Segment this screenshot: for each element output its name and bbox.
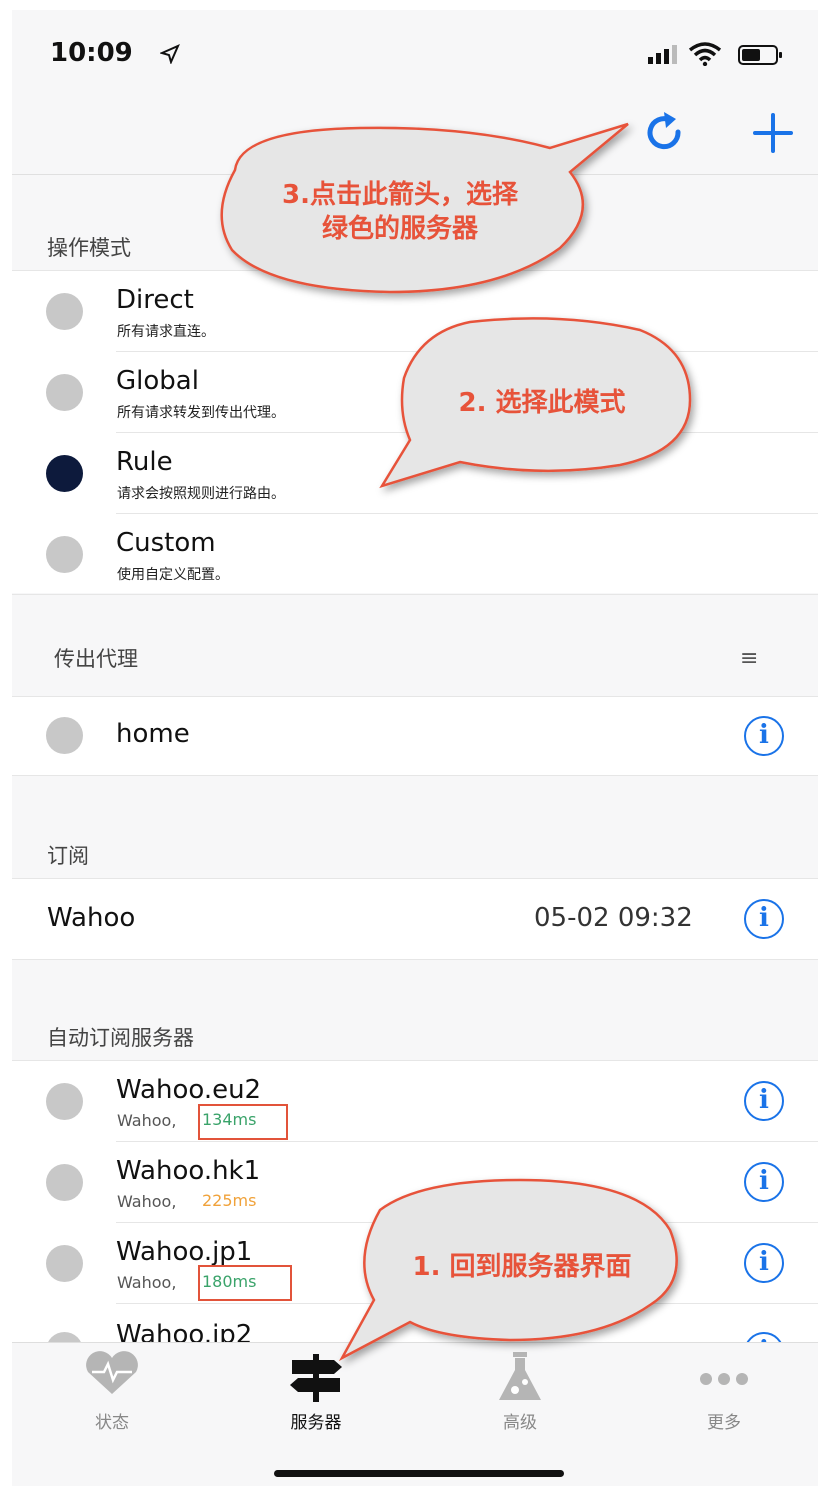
mode-subtitle: 使用自定义配置。: [117, 567, 229, 583]
tab-label: 服务器: [290, 1413, 342, 1433]
info-icon[interactable]: i: [744, 1243, 784, 1283]
more-icon: [700, 1373, 748, 1385]
subscription-item[interactable]: Wahoo 05-02 09:32 i: [12, 879, 818, 959]
proxy-item-home[interactable]: home i: [12, 697, 818, 775]
mode-item-global[interactable]: Global 所有请求转发到传出代理。: [12, 352, 818, 432]
mode-item-direct[interactable]: Direct 所有请求直连。: [12, 271, 818, 351]
radio-rule-selected[interactable]: [46, 455, 83, 492]
radio-home[interactable]: [46, 717, 83, 754]
server-group: Wahoo,: [117, 1273, 177, 1292]
mode-title: Global: [116, 366, 199, 396]
mode-subtitle: 所有请求直连。: [117, 324, 215, 340]
signpost-icon: [290, 1354, 342, 1402]
proxy-section-header: 传出代理: [54, 647, 138, 671]
tab-servers[interactable]: 服务器: [256, 1346, 376, 1433]
server-group: Wahoo,: [117, 1111, 177, 1130]
auto-servers-section-header: 自动订阅服务器: [47, 1026, 194, 1050]
wifi-icon: [688, 42, 722, 66]
tab-label: 高级: [503, 1413, 537, 1433]
radio-server[interactable]: [46, 1164, 83, 1201]
tab-status[interactable]: 状态: [52, 1346, 172, 1433]
server-title: Wahoo.hk1: [116, 1156, 261, 1186]
proxy-menu-icon[interactable]: ≡: [740, 646, 758, 671]
info-icon[interactable]: i: [744, 1081, 784, 1121]
server-item-hk1[interactable]: Wahoo.hk1 Wahoo, 225ms i: [12, 1142, 818, 1222]
mode-section-header: 操作模式: [47, 236, 131, 260]
annotation-step2: 2. 选择此模式: [458, 388, 626, 418]
status-time: 10:09: [50, 38, 133, 68]
refresh-icon[interactable]: [642, 110, 688, 156]
server-group: Wahoo,: [117, 1192, 177, 1211]
navigation-bar: [12, 90, 818, 175]
tab-label: 状态: [95, 1413, 129, 1433]
mode-title: Custom: [116, 528, 216, 558]
mode-title: Rule: [116, 447, 173, 477]
radio-custom[interactable]: [46, 536, 83, 573]
mode-subtitle: 所有请求转发到传出代理。: [117, 405, 285, 421]
info-icon[interactable]: i: [744, 716, 784, 756]
info-icon[interactable]: i: [744, 1162, 784, 1202]
tab-label: 更多: [707, 1413, 741, 1433]
server-latency: 225ms: [202, 1191, 257, 1210]
latency-highlight-box: [198, 1104, 288, 1140]
radio-global[interactable]: [46, 374, 83, 411]
mode-item-rule[interactable]: Rule 请求会按照规则进行路由。: [12, 433, 818, 513]
flask-icon: [499, 1352, 541, 1400]
add-icon[interactable]: [752, 112, 794, 154]
tab-advanced[interactable]: 高级: [460, 1346, 580, 1433]
server-item-eu2[interactable]: Wahoo.eu2 Wahoo, 134ms i: [12, 1061, 818, 1141]
subscription-updated-time: 05-02 09:32: [534, 903, 693, 933]
heart-icon: [86, 1351, 138, 1394]
radio-direct[interactable]: [46, 293, 83, 330]
radio-server[interactable]: [46, 1245, 83, 1282]
annotation-step3-line1: 3.点击此箭头，选择: [282, 180, 518, 210]
info-icon[interactable]: i: [744, 899, 784, 939]
mode-title: Direct: [116, 285, 194, 315]
location-arrow-icon: [160, 44, 180, 64]
latency-highlight-box: [198, 1265, 292, 1301]
home-indicator: [274, 1470, 564, 1477]
mode-item-custom[interactable]: Custom 使用自定义配置。: [12, 514, 818, 594]
subscription-section-header: 订阅: [47, 844, 89, 868]
tab-more[interactable]: 更多: [664, 1346, 784, 1433]
proxy-title: home: [116, 719, 190, 749]
subscription-title: Wahoo: [47, 903, 136, 933]
server-title: Wahoo.eu2: [116, 1075, 262, 1105]
mode-subtitle: 请求会按照规则进行路由。: [117, 486, 285, 502]
annotation-step3-line2: 绿色的服务器: [321, 214, 478, 244]
battery-icon: [738, 45, 782, 65]
server-title: Wahoo.jp1: [116, 1237, 253, 1267]
radio-server[interactable]: [46, 1083, 83, 1120]
cellular-signal-icon: [648, 45, 677, 64]
annotation-step1: 1. 回到服务器界面: [412, 1252, 632, 1282]
